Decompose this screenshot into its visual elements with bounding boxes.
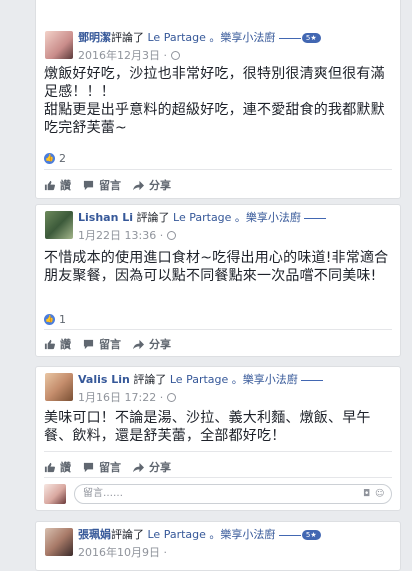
review-date[interactable]: 1月16日 17:22 · [78,389,177,405]
reviewed-text: 評論了 [111,528,144,541]
action-bar: 讚 留言 分享 [44,459,183,475]
review-card-3: Valis Lin 評論了 Le Partage 。樂享小法廚 1月16日 17… [35,366,401,511]
review-date[interactable]: 2016年12月3日 · [78,47,180,63]
avatar [44,484,66,504]
divider [44,477,392,478]
avatar[interactable] [45,528,73,556]
comment-icon [83,462,94,472]
page-link[interactable]: Le Partage 。樂享小法廚 [173,211,301,224]
scrollbar[interactable] [406,0,412,556]
globe-icon [167,231,177,240]
reviewed-text: 評論了 [133,373,167,386]
review-card-4: 張珮娟評論了 Le Partage 。樂享小法廚 5★ 2016年10月9日 · [35,521,401,571]
share-button[interactable]: 分享 [133,336,171,352]
author-name[interactable]: 鄧明潔 [78,31,111,44]
review-text: 不惜成本的使用進口食材~吃得出用心的味道!非常適合朋友聚餐，因為可以點不同餐點來… [44,250,389,284]
thumbs-up-icon [44,180,55,190]
share-icon [133,462,144,472]
comment-input[interactable]: 留言…… ◘ ☺ [74,484,392,504]
globe-icon [167,393,177,402]
page-link[interactable]: Le Partage 。樂享小法廚 [148,528,276,541]
review-header-line: Valis Lin 評論了 Le Partage 。樂享小法廚 [78,373,324,387]
share-button[interactable]: 分享 [133,459,171,475]
comment-button[interactable]: 留言 [83,336,121,352]
avatar[interactable] [45,373,73,401]
review-header-line: 張珮娟評論了 Le Partage 。樂享小法廚 5★ [78,528,321,542]
share-button[interactable]: 分享 [133,177,171,193]
rating-line [304,217,327,219]
author-name[interactable]: 張珮娟 [78,528,111,541]
like-count[interactable]: 👍 2 [44,152,66,165]
review-header: Lishan Li 評論了 Le Partage 。樂享小法廚 1月22日 13… [36,205,400,251]
reviewed-text: 評論了 [111,31,144,44]
thumbs-up-icon [44,462,55,472]
comment-icon [83,180,94,190]
review-date[interactable]: 2016年10月9日 · [78,544,167,560]
review-header-line: 鄧明潔評論了 Le Partage 。樂享小法廚 5★ [78,31,321,45]
review-header: 張珮娟評論了 Le Partage 。樂享小法廚 5★ 2016年10月9日 · [36,522,400,568]
camera-icon[interactable]: ◘ [363,489,373,499]
like-button[interactable]: 讚 [44,177,71,193]
action-bar: 讚 留言 分享 [44,177,183,193]
emoji-icon[interactable]: ☺ [375,489,385,499]
author-name[interactable]: Lishan Li [78,211,133,224]
page-link[interactable]: Le Partage 。樂享小法廚 [148,31,276,44]
comment-row: 留言…… ◘ ☺ [44,484,392,504]
thumbs-up-icon: 👍 [44,153,55,164]
review-date[interactable]: 1月22日 13:36 · [78,227,177,243]
review-header: Valis Lin 評論了 Le Partage 。樂享小法廚 1月16日 17… [36,367,400,413]
share-icon [133,339,144,349]
like-button[interactable]: 讚 [44,336,71,352]
review-card-1: 鄧明潔評論了 Le Partage 。樂享小法廚 5★ 2016年12月3日 ·… [35,0,401,199]
comment-button[interactable]: 留言 [83,459,121,475]
divider [44,329,392,330]
reviewed-text: 評論了 [136,211,170,224]
thumbs-up-icon [44,339,55,349]
avatar[interactable] [45,211,73,239]
avatar[interactable] [45,31,73,59]
comment-button[interactable]: 留言 [83,177,121,193]
rating-badge: 5★ [301,33,321,43]
divider [44,451,392,452]
thumbs-up-icon: 👍 [44,314,55,325]
rating-line [278,534,301,536]
author-name[interactable]: Valis Lin [78,373,130,386]
page-link[interactable]: Le Partage 。樂享小法廚 [170,373,298,386]
share-icon [133,180,144,190]
rating-badge: 5★ [301,530,321,540]
rating-line [278,37,301,39]
divider [44,169,392,170]
review-text: 燉飯好好吃，沙拉也非常好吃，很特別很清爽但很有滿足感！！！ 甜點更是出乎意料的超… [44,66,385,136]
review-text: 美味可口！不論是湯、沙拉、義大利麵、燉飯、早午餐、飲料，還是舒芙蕾，全部都好吃！ [44,410,371,444]
rating-line [301,379,324,381]
like-count[interactable]: 👍 1 [44,313,66,326]
globe-icon [170,51,180,60]
review-header-line: Lishan Li 評論了 Le Partage 。樂享小法廚 [78,211,327,225]
comment-icon [83,339,94,349]
like-button[interactable]: 讚 [44,459,71,475]
action-bar: 讚 留言 分享 [44,336,183,352]
review-card-2: Lishan Li 評論了 Le Partage 。樂享小法廚 1月22日 13… [35,204,401,357]
